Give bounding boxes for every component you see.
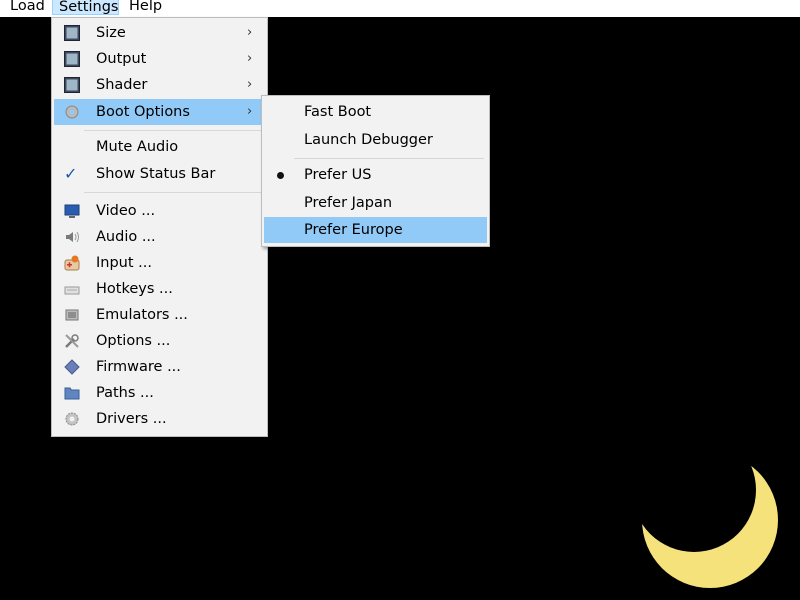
menu-separator	[84, 130, 262, 131]
menu-item-launch-debugger[interactable]: Launch Debugger	[264, 127, 487, 153]
menu-item-shader[interactable]: Shader ›	[54, 72, 265, 98]
display-icon	[64, 204, 80, 218]
menu-item-paths[interactable]: Paths ...	[54, 380, 265, 406]
boot-options-submenu: Fast Boot Launch Debugger Prefer US Pref…	[261, 95, 490, 247]
menu-item-show-status-bar-label: Show Status Bar	[96, 166, 216, 182]
chevron-right-icon: ›	[247, 104, 253, 119]
menu-item-emulators[interactable]: Emulators ...	[54, 302, 265, 328]
menu-item-hotkeys-label: Hotkeys ...	[96, 281, 173, 297]
menu-separator	[294, 158, 484, 159]
joypad-icon	[64, 255, 80, 271]
menu-item-mute-audio[interactable]: Mute Audio	[54, 134, 265, 160]
speaker-icon	[66, 231, 79, 243]
menu-item-prefer-japan-label: Prefer Japan	[304, 195, 393, 211]
settings-menu: Size › Output › Shader › Boot Options › …	[51, 17, 268, 437]
menu-item-output[interactable]: Output ›	[54, 46, 265, 72]
menu-item-prefer-us-label: Prefer US	[304, 167, 372, 183]
menu-item-hotkeys[interactable]: Hotkeys ...	[54, 276, 265, 302]
menu-load[interactable]: Load	[10, 0, 45, 16]
menu-item-size[interactable]: Size ›	[54, 20, 265, 46]
monitor-image-icon	[64, 77, 80, 93]
menu-item-firmware[interactable]: Firmware ...	[54, 354, 265, 380]
menu-item-mute-audio-label: Mute Audio	[96, 139, 179, 155]
chevron-right-icon: ›	[247, 25, 253, 40]
menu-item-boot-options[interactable]: Boot Options ›	[54, 99, 265, 125]
gear-icon	[65, 105, 79, 119]
chevron-right-icon: ›	[247, 77, 253, 92]
menu-help[interactable]: Help	[129, 0, 162, 16]
menu-item-emulators-label: Emulators ...	[96, 307, 188, 323]
menu-item-prefer-us[interactable]: Prefer US	[264, 162, 487, 188]
monitor-image-icon	[64, 25, 80, 41]
diamond-icon	[64, 359, 80, 375]
menu-item-output-label: Output	[96, 51, 147, 67]
menu-item-firmware-label: Firmware ...	[96, 359, 181, 375]
menu-item-fast-boot[interactable]: Fast Boot	[264, 99, 487, 125]
menu-item-launch-debugger-label: Launch Debugger	[304, 132, 433, 148]
menu-item-video[interactable]: Video ...	[54, 198, 265, 224]
crescent-moon-icon	[642, 452, 778, 588]
menu-item-prefer-japan[interactable]: Prefer Japan	[264, 190, 487, 216]
checkmark-icon: ✓	[64, 164, 78, 183]
chevron-right-icon: ›	[247, 51, 253, 66]
gear-icon	[65, 412, 79, 426]
menu-item-options-label: Options ...	[96, 333, 171, 349]
menu-item-shader-label: Shader	[96, 77, 148, 93]
menu-item-prefer-europe-label: Prefer Europe	[304, 222, 403, 238]
menu-item-size-label: Size	[96, 25, 126, 41]
menu-item-drivers[interactable]: Drivers ...	[54, 406, 265, 432]
menu-item-audio-label: Audio ...	[96, 229, 156, 245]
menu-item-paths-label: Paths ...	[96, 385, 154, 401]
menu-bar: Load Settings Help	[0, 0, 800, 17]
menu-item-fast-boot-label: Fast Boot	[304, 104, 372, 120]
menu-item-drivers-label: Drivers ...	[96, 411, 167, 427]
chip-icon	[65, 309, 79, 321]
menu-settings[interactable]: Settings	[52, 0, 119, 15]
menu-item-boot-options-label: Boot Options	[96, 104, 190, 120]
menu-item-input-label: Input ...	[96, 255, 152, 271]
menu-item-prefer-europe[interactable]: Prefer Europe	[264, 217, 487, 243]
radio-selected-icon	[277, 172, 284, 179]
menu-item-show-status-bar[interactable]: ✓ Show Status Bar	[54, 161, 265, 187]
keyboard-icon	[64, 286, 80, 295]
tools-icon	[65, 334, 79, 348]
monitor-image-icon	[64, 51, 80, 67]
menu-separator	[84, 192, 262, 193]
folder-icon	[64, 387, 80, 400]
menu-item-audio[interactable]: Audio ...	[54, 224, 265, 250]
menu-item-options[interactable]: Options ...	[54, 328, 265, 354]
menu-item-video-label: Video ...	[96, 203, 156, 219]
menu-item-input[interactable]: Input ...	[54, 250, 265, 276]
